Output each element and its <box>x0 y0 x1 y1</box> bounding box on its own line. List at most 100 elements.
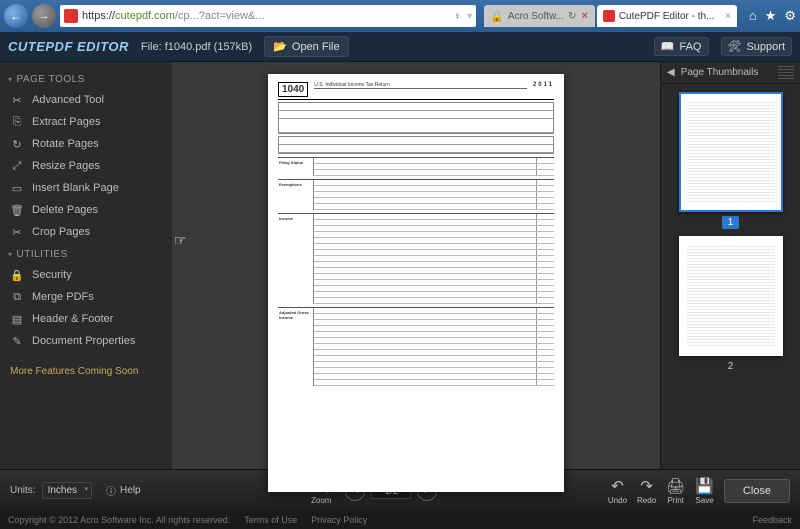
back-button[interactable]: ← <box>4 4 28 28</box>
home-icon[interactable]: ⌂ <box>749 8 757 24</box>
address-bar[interactable]: https://cutepdf.com/cp...?act=view&... ♀… <box>60 5 476 27</box>
section-page-tools[interactable]: PAGE TOOLS <box>8 74 164 85</box>
sidebar-item-delete[interactable]: 🗑 Delete Pages <box>8 199 164 221</box>
thumbnail-list[interactable]: 1 2 <box>661 84 800 469</box>
privacy-link[interactable]: Privacy Policy <box>311 515 367 525</box>
main-area: PAGE TOOLS ✂ Advanced Tool ⎘ Extract Pages… <box>0 62 800 469</box>
lock-icon: 🔒 <box>490 10 504 23</box>
sidebar-item-header-footer[interactable]: ▤Header & Footer <box>8 308 164 330</box>
terms-link[interactable]: Terms of Use <box>244 515 297 525</box>
redo-icon: ↷ <box>640 477 653 495</box>
thumbnail-label: 2 <box>722 360 740 373</box>
close-button[interactable]: Close <box>724 479 790 503</box>
sidebar-item-merge[interactable]: ⧉Merge PDFs <box>8 286 164 308</box>
thumbnail-header: ◀ Page Thumbnails <box>661 62 800 84</box>
thumbnail-title: Page Thumbnails <box>681 67 759 78</box>
sidebar-item-crop[interactable]: ✂ Crop Pages <box>8 221 164 243</box>
open-file-button[interactable]: 📂 Open File <box>264 36 348 57</box>
browser-tabs: 🔒 Acro Softw... ↻ ✕ CutePDF Editor - th.… <box>484 5 737 27</box>
delete-icon: 🗑 <box>10 203 24 217</box>
support-label: Support <box>746 41 785 53</box>
zoom-label: Zoom <box>311 496 331 505</box>
help-label: Help <box>120 485 141 496</box>
undo-button[interactable]: ↶Undo <box>608 477 627 505</box>
collapse-icon[interactable]: ◀ <box>667 67 675 78</box>
tab-label: Acro Softw... <box>508 11 564 22</box>
document-viewer[interactable]: ☞ 1040 U.S. Individual Income Tax Return… <box>172 62 660 469</box>
form-number: 1040 <box>278 82 308 97</box>
sidebar-item-security[interactable]: 🔒 Security <box>8 264 164 286</box>
faq-label: FAQ <box>679 41 701 53</box>
sidebar-item-insert-blank[interactable]: ▭ Insert Blank Page <box>8 177 164 199</box>
sidebar-item-label: Extract Pages <box>32 116 100 128</box>
wand-icon: ✂ <box>10 93 24 107</box>
sidebar-item-label: Merge PDFs <box>32 291 94 303</box>
close-tab-icon[interactable]: × <box>725 11 731 22</box>
help-icon: ⓘ <box>106 483 116 498</box>
sidebar-item-label: Crop Pages <box>32 226 90 238</box>
faq-button[interactable]: 📖 FAQ <box>654 37 709 56</box>
sidebar-item-extract[interactable]: ⎘ Extract Pages <box>8 111 164 133</box>
feedback-link[interactable]: Feedback <box>752 515 792 525</box>
help-button[interactable]: ⓘ Help <box>106 483 141 498</box>
thumbnail-label: 1 <box>722 216 740 229</box>
units-label: Units: <box>10 485 36 496</box>
redo-button[interactable]: ↷Redo <box>637 477 656 505</box>
faq-icon: 📖 <box>661 40 675 53</box>
grip-icon[interactable] <box>778 66 794 80</box>
stop-icon[interactable]: ✕ <box>580 11 588 22</box>
section-utilities[interactable]: UTILITIES <box>8 249 164 260</box>
form-section-label: Income <box>278 214 314 304</box>
refresh-icon[interactable]: ↻ <box>568 11 576 22</box>
print-icon: 🖨 <box>666 477 685 495</box>
site-favicon <box>64 9 78 23</box>
sidebar-item-label: Document Properties <box>32 335 135 347</box>
sidebar-item-label: Insert Blank Page <box>32 182 119 194</box>
pdf-page[interactable]: 1040 U.S. Individual Income Tax Return 2… <box>268 74 564 492</box>
crop-icon: ✂ <box>10 225 24 239</box>
lock-icon: 🔒 <box>10 268 24 282</box>
sidebar-item-label: Delete Pages <box>32 204 98 216</box>
blank-page-icon: ▭ <box>10 181 24 195</box>
properties-icon: ✎ <box>10 334 24 348</box>
sidebar-item-resize[interactable]: ⤢Resize Pages <box>8 155 164 177</box>
url-text: https://cutepdf.com/cp...?act=view&... <box>82 10 450 22</box>
form-year: 2011 <box>533 82 554 88</box>
footer: Copyright © 2012 Acro Software Inc. All … <box>0 511 800 529</box>
copyright-label: Copyright © 2012 Acro Software Inc. All … <box>8 515 230 525</box>
folder-icon: 📂 <box>273 40 287 53</box>
sidebar: PAGE TOOLS ✂ Advanced Tool ⎘ Extract Pages… <box>0 62 172 469</box>
sidebar-item-label: Resize Pages <box>32 160 100 172</box>
redo-label: Redo <box>637 496 656 505</box>
undo-label: Undo <box>608 496 627 505</box>
undo-icon: ↶ <box>611 477 624 495</box>
tab-label: CutePDF Editor - th... <box>619 11 715 22</box>
forward-button[interactable]: → <box>32 4 56 28</box>
sidebar-item-label: Security <box>32 269 72 281</box>
hand-cursor-icon: ☞ <box>174 232 187 249</box>
save-button[interactable]: 💾Save <box>695 477 714 505</box>
sidebar-item-advanced-tool[interactable]: ✂ Advanced Tool <box>8 89 164 111</box>
print-label: Print <box>667 496 683 505</box>
search-icon[interactable]: ♀ <box>454 11 462 22</box>
print-button[interactable]: 🖨Print <box>666 477 685 505</box>
open-file-label: Open File <box>292 41 340 53</box>
thumbnail-panel: ◀ Page Thumbnails 1 2 <box>660 62 800 469</box>
favorites-icon[interactable]: ★ <box>765 8 777 24</box>
app-header: CUTEPDF EDITOR File: f1040.pdf (157kB) 📂… <box>0 32 800 62</box>
tab-active[interactable]: CutePDF Editor - th... × <box>597 5 737 27</box>
tab-inactive[interactable]: 🔒 Acro Softw... ↻ ✕ <box>484 5 595 27</box>
sidebar-item-label: Header & Footer <box>32 313 113 325</box>
sidebar-item-label: Advanced Tool <box>32 94 104 106</box>
thumbnail-page-1[interactable]: 1 <box>679 92 783 230</box>
tab-favicon <box>603 10 615 22</box>
save-label: Save <box>695 496 713 505</box>
units-select[interactable]: Inches <box>42 482 92 499</box>
sidebar-item-properties[interactable]: ✎ Document Properties <box>8 330 164 352</box>
sidebar-item-rotate[interactable]: ↻Rotate Pages <box>8 133 164 155</box>
browser-toolbar: ← → https://cutepdf.com/cp...?act=view&.… <box>0 0 800 32</box>
support-button[interactable]: 🛠Support <box>721 37 793 56</box>
extract-icon: ⎘ <box>10 115 24 129</box>
tools-icon[interactable]: ⚙ <box>784 8 796 24</box>
thumbnail-page-2[interactable]: 2 <box>679 236 783 374</box>
